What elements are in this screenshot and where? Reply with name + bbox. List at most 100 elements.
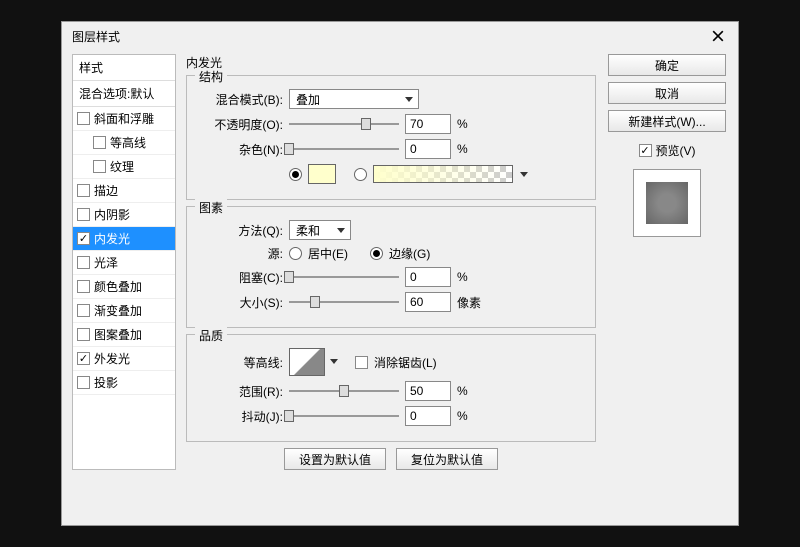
quality-group: 品质 等高线: 消除锯齿(L) 范围(R): 50 % 抖动(J):	[186, 334, 596, 442]
blend-mode-label: 混合模式(B):	[197, 91, 283, 108]
sidebar-item-11[interactable]: 投影	[73, 371, 175, 395]
color-swatch[interactable]	[308, 164, 336, 184]
opacity-unit: %	[457, 117, 485, 131]
noise-slider[interactable]	[289, 141, 399, 157]
size-unit: 像素	[457, 294, 485, 311]
size-slider[interactable]	[289, 294, 399, 310]
range-input[interactable]: 50	[405, 381, 451, 401]
opacity-label: 不透明度(O):	[197, 116, 283, 133]
color-radio[interactable]	[289, 168, 302, 181]
sidebar-header: 样式	[73, 55, 175, 81]
sidebar-checkbox[interactable]	[93, 136, 106, 149]
elements-legend: 图素	[195, 199, 227, 216]
method-select[interactable]: 柔和	[289, 220, 351, 240]
sidebar-item-10[interactable]: 外发光	[73, 347, 175, 371]
size-input[interactable]: 60	[405, 292, 451, 312]
panel-title: 内发光	[186, 54, 596, 71]
sidebar-item-label: 内发光	[94, 230, 130, 247]
opacity-slider[interactable]	[289, 116, 399, 132]
sidebar-item-label: 渐变叠加	[94, 302, 142, 319]
source-edge-radio[interactable]	[370, 247, 383, 260]
sidebar-item-label: 斜面和浮雕	[94, 110, 154, 127]
layer-style-dialog: 图层样式 样式 混合选项:默认 斜面和浮雕等高线纹理描边内阴影内发光光泽颜色叠加…	[61, 21, 739, 526]
sidebar-checkbox[interactable]	[77, 280, 90, 293]
structure-legend: 结构	[195, 68, 227, 85]
sidebar-checkbox[interactable]	[77, 376, 90, 389]
sidebar-checkbox[interactable]	[77, 304, 90, 317]
sidebar-checkbox[interactable]	[77, 208, 90, 221]
cancel-button[interactable]: 取消	[608, 82, 726, 104]
quality-legend: 品质	[195, 327, 227, 344]
sidebar-item-0[interactable]: 斜面和浮雕	[73, 107, 175, 131]
sidebar-item-6[interactable]: 光泽	[73, 251, 175, 275]
sidebar-item-label: 等高线	[110, 134, 146, 151]
sidebar-item-label: 颜色叠加	[94, 278, 142, 295]
range-label: 范围(R):	[197, 383, 283, 400]
noise-label: 杂色(N):	[197, 141, 283, 158]
blend-mode-select[interactable]: 叠加	[289, 89, 419, 109]
method-label: 方法(Q):	[197, 222, 283, 239]
sidebar-checkbox[interactable]	[77, 232, 90, 245]
noise-unit: %	[457, 142, 485, 156]
elements-group: 图素 方法(Q): 柔和 源: 居中(E) 边缘(G) 阻塞(C): 0	[186, 206, 596, 328]
noise-input[interactable]: 0	[405, 139, 451, 159]
sidebar-item-2[interactable]: 纹理	[73, 155, 175, 179]
preview-label: 预览(V)	[656, 142, 696, 159]
restore-default-button[interactable]: 复位为默认值	[396, 448, 498, 470]
sidebar-item-label: 投影	[94, 374, 118, 391]
sidebar-item-7[interactable]: 颜色叠加	[73, 275, 175, 299]
gradient-swatch[interactable]	[373, 165, 513, 183]
preview-thumbnail	[633, 169, 701, 237]
sidebar-item-label: 描边	[94, 182, 118, 199]
sidebar-checkbox[interactable]	[93, 160, 106, 173]
sidebar-item-8[interactable]: 渐变叠加	[73, 299, 175, 323]
opacity-input[interactable]: 70	[405, 114, 451, 134]
contour-picker[interactable]	[289, 348, 325, 376]
sidebar-checkbox[interactable]	[77, 112, 90, 125]
sidebar-item-label: 外发光	[94, 350, 130, 367]
sidebar-item-label: 纹理	[110, 158, 134, 175]
set-default-button[interactable]: 设置为默认值	[284, 448, 386, 470]
close-button[interactable]	[708, 26, 728, 46]
contour-label: 等高线:	[197, 354, 283, 371]
main-panel: 内发光 结构 混合模式(B): 叠加 不透明度(O): 70 % 杂色(N): …	[182, 54, 600, 470]
sidebar-item-4[interactable]: 内阴影	[73, 203, 175, 227]
sidebar-item-3[interactable]: 描边	[73, 179, 175, 203]
sidebar-item-1[interactable]: 等高线	[73, 131, 175, 155]
jitter-input[interactable]: 0	[405, 406, 451, 426]
range-slider[interactable]	[289, 383, 399, 399]
sidebar-checkbox[interactable]	[77, 352, 90, 365]
sidebar-checkbox[interactable]	[77, 184, 90, 197]
sidebar-checkbox[interactable]	[77, 256, 90, 269]
choke-unit: %	[457, 270, 485, 284]
jitter-unit: %	[457, 409, 485, 423]
source-center-radio[interactable]	[289, 247, 302, 260]
antialias-label: 消除锯齿(L)	[374, 354, 437, 371]
choke-slider[interactable]	[289, 269, 399, 285]
structure-group: 结构 混合模式(B): 叠加 不透明度(O): 70 % 杂色(N): 0 %	[186, 75, 596, 200]
antialias-checkbox[interactable]	[355, 356, 368, 369]
titlebar: 图层样式	[62, 22, 738, 50]
ok-button[interactable]: 确定	[608, 54, 726, 76]
sidebar-item-5[interactable]: 内发光	[73, 227, 175, 251]
gradient-radio[interactable]	[354, 168, 367, 181]
styles-sidebar: 样式 混合选项:默认 斜面和浮雕等高线纹理描边内阴影内发光光泽颜色叠加渐变叠加图…	[72, 54, 176, 470]
new-style-button[interactable]: 新建样式(W)...	[608, 110, 726, 132]
source-center-label: 居中(E)	[308, 245, 348, 262]
sidebar-item-label: 光泽	[94, 254, 118, 271]
sidebar-item-9[interactable]: 图案叠加	[73, 323, 175, 347]
choke-label: 阻塞(C):	[197, 269, 283, 286]
range-unit: %	[457, 384, 485, 398]
source-edge-label: 边缘(G)	[389, 245, 430, 262]
sidebar-item-label: 内阴影	[94, 206, 130, 223]
right-column: 确定 取消 新建样式(W)... 预览(V)	[606, 54, 728, 470]
jitter-label: 抖动(J):	[197, 408, 283, 425]
sidebar-subheader[interactable]: 混合选项:默认	[73, 81, 175, 107]
sidebar-checkbox[interactable]	[77, 328, 90, 341]
close-icon	[712, 30, 724, 42]
preview-checkbox[interactable]	[639, 144, 652, 157]
jitter-slider[interactable]	[289, 408, 399, 424]
dialog-title: 图层样式	[72, 28, 708, 45]
choke-input[interactable]: 0	[405, 267, 451, 287]
size-label: 大小(S):	[197, 294, 283, 311]
